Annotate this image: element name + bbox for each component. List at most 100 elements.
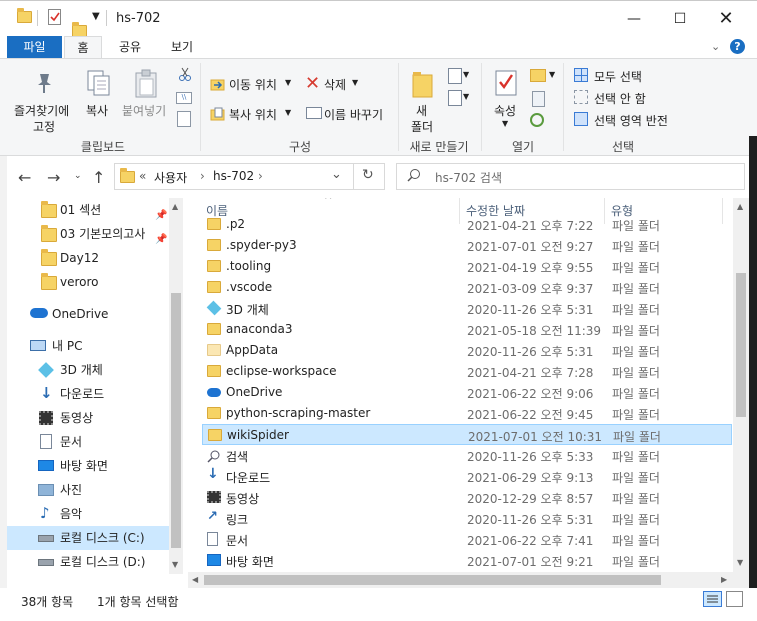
nav-item-downloads[interactable]: ↓ 다운로드 <box>7 382 175 406</box>
nav-item-pictures[interactable]: 사진 <box>7 478 175 502</box>
tab-view[interactable]: 보기 <box>160 36 204 58</box>
chevron-down-icon[interactable]: ▼ <box>352 78 358 87</box>
cut-icon[interactable] <box>178 67 192 84</box>
open-icon[interactable] <box>530 69 546 82</box>
select-none-button[interactable]: 선택 안 함 <box>594 90 646 107</box>
file-row[interactable]: .vscode 2021-03-09 오후 9:37 파일 폴더 <box>202 277 732 298</box>
pin-quick-access-label1[interactable]: 즐겨찾기에 <box>14 102 69 119</box>
close-button[interactable]: ✕ <box>703 1 749 37</box>
chevron-down-icon[interactable]: ▼ <box>549 70 555 79</box>
maximize-button[interactable]: ☐ <box>657 1 703 37</box>
refresh-icon[interactable]: ↻ <box>362 167 374 183</box>
file-row[interactable]: AppData 2020-11-26 오후 5:31 파일 폴더 <box>202 340 732 361</box>
easy-access-icon[interactable] <box>448 90 462 106</box>
chevron-down-icon[interactable]: ▼ <box>463 70 469 79</box>
file-row[interactable]: OneDrive 2021-06-22 오전 9:06 파일 폴더 <box>202 382 732 403</box>
nav-item-local-disk-c[interactable]: 로컬 디스크 (C:) <box>7 526 175 550</box>
minimize-button[interactable]: — <box>611 1 657 37</box>
properties-qa-icon[interactable] <box>48 9 61 25</box>
nav-item-veroro[interactable]: veroro <box>7 270 175 294</box>
address-dropdown-icon[interactable]: ⌄ <box>331 167 342 182</box>
scroll-left-icon[interactable]: ◀ <box>192 575 198 584</box>
scroll-right-icon[interactable]: ▶ <box>721 575 727 584</box>
file-row[interactable]: 3D 개체 2020-11-26 오후 5:31 파일 폴더 <box>202 298 732 319</box>
large-icons-view-button[interactable] <box>726 591 743 607</box>
chevron-down-icon[interactable]: ▼ <box>92 11 100 22</box>
file-row[interactable]: eclipse-workspace 2021-04-21 오후 7:28 파일 폴더 <box>202 361 732 382</box>
new-folder-label1[interactable]: 새 <box>416 102 427 119</box>
move-to-button[interactable]: 이동 위치 <box>229 76 277 93</box>
nav-item-videos[interactable]: 동영상 <box>7 406 175 430</box>
chevron-down-icon[interactable]: ▼ <box>285 78 291 87</box>
paste-shortcut-icon[interactable] <box>177 111 191 127</box>
back-button[interactable]: ← <box>18 168 31 187</box>
scroll-up-icon[interactable]: ▲ <box>737 202 743 211</box>
nav-item-documents[interactable]: 문서 <box>7 430 175 454</box>
chevron-down-icon[interactable]: ▼ <box>502 119 508 128</box>
scroll-down-icon[interactable]: ▼ <box>737 558 743 567</box>
file-row[interactable]: ↓ 다운로드 2021-06-29 오후 9:13 파일 폴더 <box>202 466 732 487</box>
search-input[interactable]: hs-702 검색 <box>435 169 502 186</box>
nav-item-desktop[interactable]: 바탕 화면 <box>7 454 175 478</box>
breadcrumb-users[interactable]: 사용자 <box>154 169 187 186</box>
pictures-icon <box>38 484 54 496</box>
file-row[interactable]: .spyder-py3 2021-07-01 오전 9:27 파일 폴더 <box>202 235 732 256</box>
nav-item-3d-objects[interactable]: 3D 개체 <box>7 358 175 382</box>
copy-button[interactable]: 복사 <box>86 102 108 119</box>
scrollbar-thumb[interactable] <box>204 575 661 585</box>
file-row[interactable]: anaconda3 2021-05-18 오전 11:39 파일 폴더 <box>202 319 732 340</box>
scrollbar-thumb[interactable] <box>736 273 746 417</box>
edit-icon[interactable] <box>532 91 545 107</box>
select-all-button[interactable]: 모두 선택 <box>594 68 642 85</box>
horizontal-scrollbar[interactable]: ◀ ▶ <box>188 572 749 588</box>
delete-button[interactable]: 삭제 <box>324 76 346 93</box>
breadcrumb-hs-702[interactable]: hs-702 <box>213 169 254 183</box>
up-button[interactable]: ↑ <box>92 168 105 187</box>
nav-item-day12[interactable]: Day12 <box>7 246 175 270</box>
address-bar[interactable]: « 사용자 › hs-702 › ⌄ ↻ <box>114 163 385 190</box>
details-view-button[interactable] <box>703 591 722 607</box>
file-list-scrollbar[interactable]: ▲ ▼ <box>733 198 749 572</box>
forward-button[interactable]: → <box>47 168 60 187</box>
nav-item-music[interactable]: ♪ 음악 <box>7 502 175 526</box>
history-icon[interactable] <box>530 113 544 127</box>
divider <box>37 10 38 26</box>
file-row[interactable]: 문서 2021-06-22 오후 7:41 파일 폴더 <box>202 529 732 550</box>
new-folder-label2[interactable]: 폴더 <box>411 118 433 135</box>
file-row[interactable]: ↗ 링크 2020-11-26 오후 5:31 파일 폴더 <box>202 508 732 529</box>
collapse-ribbon-icon[interactable]: ⌄ <box>711 40 720 53</box>
help-icon[interactable]: ? <box>730 39 745 54</box>
file-row[interactable]: 검색 2020-11-26 오후 5:33 파일 폴더 <box>202 445 732 466</box>
scroll-down-icon[interactable]: ▼ <box>172 560 178 569</box>
nav-item-03-exam[interactable]: 03 기본모의고사 📌 <box>7 222 175 246</box>
invert-selection-button[interactable]: 선택 영역 반전 <box>594 112 668 129</box>
file-row[interactable]: wikiSpider 2021-07-01 오전 10:31 파일 폴더 <box>202 424 732 445</box>
pin-quick-access-label2[interactable]: 고정 <box>33 118 55 135</box>
properties-button[interactable]: 속성 <box>494 102 516 119</box>
file-row[interactable]: 바탕 화면 2021-07-01 오전 9:21 파일 폴더 <box>202 550 732 571</box>
nav-item-01-section[interactable]: 01 섹션 📌 <box>7 198 175 222</box>
recent-locations-button[interactable]: ⌄ <box>74 171 82 181</box>
nav-item-onedrive[interactable]: OneDrive <box>7 302 175 326</box>
paste-button[interactable]: 붙여넣기 <box>122 102 166 119</box>
new-item-icon[interactable] <box>448 68 462 84</box>
nav-item-local-disk-d[interactable]: 로컬 디스크 (D:) <box>7 550 175 574</box>
copy-path-icon[interactable]: \\ <box>176 92 192 104</box>
chevron-down-icon[interactable]: ▼ <box>463 92 469 101</box>
tab-home[interactable]: 홈 <box>64 36 102 58</box>
nav-item-this-pc[interactable]: 내 PC <box>7 334 175 358</box>
copy-to-button[interactable]: 복사 위치 <box>229 106 277 123</box>
scroll-up-icon[interactable]: ▲ <box>172 202 178 211</box>
nav-scrollbar[interactable]: ▲ ▼ <box>169 198 183 574</box>
file-row[interactable]: .p2 2021-04-21 오후 7:22 파일 폴더 <box>202 214 732 235</box>
rename-button[interactable]: 이름 바꾸기 <box>324 106 383 123</box>
address-overflow-chevron[interactable]: « <box>139 169 146 183</box>
tab-file[interactable]: 파일 <box>7 36 62 58</box>
file-row[interactable]: .tooling 2021-04-19 오후 9:55 파일 폴더 <box>202 256 732 277</box>
chevron-down-icon[interactable]: ▼ <box>285 108 291 117</box>
scrollbar-thumb[interactable] <box>171 293 181 548</box>
tab-share[interactable]: 공유 <box>110 36 150 58</box>
file-row[interactable]: 동영상 2020-12-29 오후 8:57 파일 폴더 <box>202 487 732 508</box>
search-box[interactable]: hs-702 검색 <box>396 163 745 190</box>
file-row[interactable]: python-scraping-master 2021-06-22 오전 9:45… <box>202 403 732 424</box>
